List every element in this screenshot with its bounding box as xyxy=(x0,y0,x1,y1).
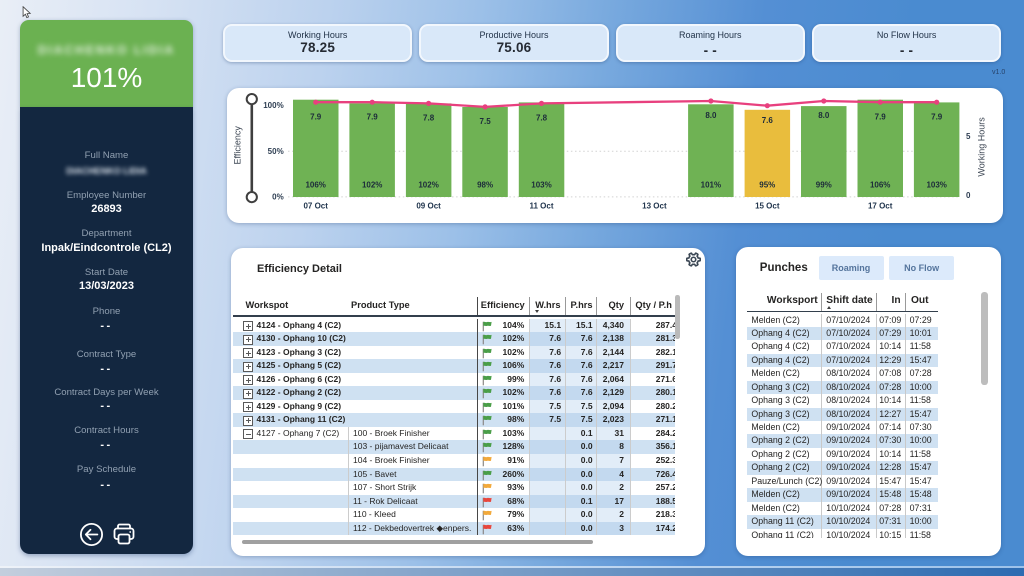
svg-text:17 Oct: 17 Oct xyxy=(868,202,893,211)
svg-text:7.5: 7.5 xyxy=(480,117,492,126)
svg-text:0: 0 xyxy=(966,191,971,200)
svg-text:102%: 102% xyxy=(418,181,438,190)
svg-text:07 Oct: 07 Oct xyxy=(303,202,328,211)
svg-text:11 Oct: 11 Oct xyxy=(529,202,553,211)
svg-text:Efficiency: Efficiency xyxy=(232,126,242,165)
svg-text:106%: 106% xyxy=(305,181,325,190)
svg-text:7.6: 7.6 xyxy=(762,116,774,125)
svg-text:7.9: 7.9 xyxy=(931,112,943,121)
svg-text:102%: 102% xyxy=(362,181,382,190)
svg-text:103%: 103% xyxy=(926,181,946,190)
svg-text:15 Oct: 15 Oct xyxy=(755,202,780,211)
svg-text:50%: 50% xyxy=(268,147,284,156)
svg-text:7.8: 7.8 xyxy=(536,114,548,123)
svg-text:95%: 95% xyxy=(759,181,775,190)
svg-text:7.8: 7.8 xyxy=(423,114,435,123)
svg-text:0%: 0% xyxy=(272,192,284,201)
svg-text:99%: 99% xyxy=(816,181,832,190)
svg-text:103%: 103% xyxy=(531,181,551,190)
svg-text:100%: 100% xyxy=(263,101,283,110)
svg-text:13 Oct: 13 Oct xyxy=(642,202,667,211)
svg-text:09 Oct: 09 Oct xyxy=(416,202,441,211)
svg-text:106%: 106% xyxy=(870,181,890,190)
svg-text:5: 5 xyxy=(966,132,971,141)
svg-text:7.9: 7.9 xyxy=(367,112,379,121)
svg-text:7.9: 7.9 xyxy=(310,112,322,121)
svg-text:8.0: 8.0 xyxy=(818,111,830,120)
svg-text:98%: 98% xyxy=(477,181,493,190)
svg-text:Working Hours: Working Hours xyxy=(977,117,987,177)
svg-text:101%: 101% xyxy=(701,181,721,190)
svg-text:8.0: 8.0 xyxy=(705,111,717,120)
svg-text:7.9: 7.9 xyxy=(875,112,887,121)
